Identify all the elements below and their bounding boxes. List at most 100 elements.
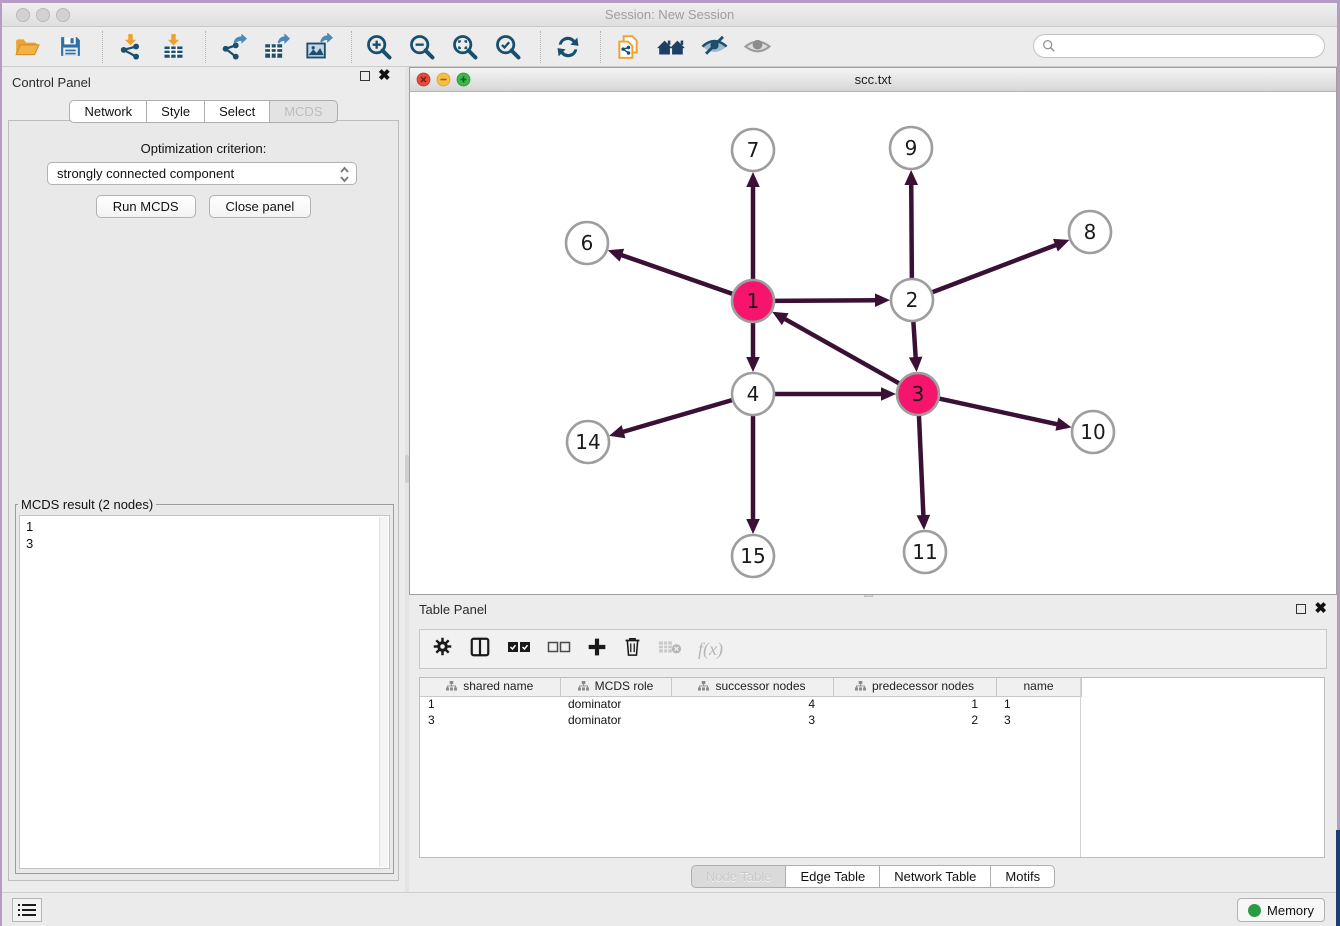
tab-node-table[interactable]: Node Table xyxy=(691,865,786,888)
task-history-button[interactable] xyxy=(12,898,42,922)
float-table-panel-icon[interactable] xyxy=(1296,604,1306,614)
tab-mcds[interactable]: MCDS xyxy=(269,100,337,123)
float-panel-icon[interactable] xyxy=(360,71,370,81)
graph-edge-1-7[interactable] xyxy=(746,172,760,280)
desktop-edge xyxy=(1336,830,1340,926)
graph-edge-4-3[interactable] xyxy=(774,387,896,401)
graph-node-1[interactable]: 1 xyxy=(732,280,774,322)
copy-network-icon[interactable] xyxy=(613,32,643,62)
tab-style[interactable]: Style xyxy=(146,100,204,123)
delete-column-icon[interactable] xyxy=(623,636,642,662)
column-header-predecessor-nodes[interactable]: predecessor nodes xyxy=(833,678,996,696)
export-network-icon[interactable] xyxy=(218,32,248,62)
graph-edge-2-8[interactable] xyxy=(932,239,1070,293)
graph-edge-3-11[interactable] xyxy=(917,415,931,530)
memory-status-icon xyxy=(1248,904,1261,917)
table-row[interactable]: 3dominator323 xyxy=(420,712,1081,728)
zoom-selected-icon[interactable] xyxy=(493,32,523,62)
hide-selected-icon[interactable] xyxy=(699,32,729,62)
control-panel-header: Control Panel ✖ xyxy=(2,67,405,97)
network-graph: 1 2 3 4 6 7 8 9 10 11 14 15 xyxy=(410,93,1336,595)
column-tree-icon xyxy=(578,681,589,692)
export-table-icon[interactable] xyxy=(261,32,291,62)
mcds-result-list[interactable]: 13 xyxy=(19,515,390,869)
close-table-panel-icon[interactable]: ✖ xyxy=(1314,604,1327,614)
refresh-icon[interactable] xyxy=(553,32,583,62)
zoom-out-icon[interactable] xyxy=(407,32,437,62)
zoom-in-icon[interactable] xyxy=(364,32,394,62)
graph-node-2[interactable]: 2 xyxy=(891,279,933,321)
network-canvas[interactable]: 1 2 3 4 6 7 8 9 10 11 14 15 xyxy=(410,93,1336,594)
table-cell[interactable]: 1 xyxy=(420,696,560,712)
graph-node-14[interactable]: 14 xyxy=(567,421,609,463)
graph-edge-4-14[interactable] xyxy=(609,400,733,438)
network-view-title: scc.txt xyxy=(410,72,1336,87)
graph-edge-2-3[interactable] xyxy=(909,321,923,372)
graph-edge-1-4[interactable] xyxy=(746,322,760,372)
search-field[interactable] xyxy=(1033,34,1325,58)
svg-text:1: 1 xyxy=(747,289,760,313)
create-column-icon[interactable] xyxy=(587,637,607,662)
close-panel-button[interactable]: Close panel xyxy=(209,195,312,218)
network-window-titlebar[interactable]: scc.txt xyxy=(410,68,1336,92)
delete-table-icon xyxy=(658,639,682,660)
graph-node-10[interactable]: 10 xyxy=(1072,411,1114,453)
graph-node-9[interactable]: 9 xyxy=(890,127,932,169)
home-icon[interactable] xyxy=(656,32,686,62)
table-cell[interactable]: dominator xyxy=(560,696,671,712)
column-header-name[interactable]: name xyxy=(996,678,1081,696)
graph-node-7[interactable]: 7 xyxy=(732,129,774,171)
import-table-icon[interactable] xyxy=(158,32,188,62)
graph-edge-3-10[interactable] xyxy=(939,398,1072,430)
unselect-all-columns-icon[interactable] xyxy=(547,640,571,659)
result-scrollbar[interactable] xyxy=(379,517,388,867)
status-bar: Memory xyxy=(2,892,1337,926)
memory-button[interactable]: Memory xyxy=(1237,898,1325,922)
export-image-icon[interactable] xyxy=(304,32,334,62)
tab-edge-table[interactable]: Edge Table xyxy=(785,865,879,888)
table-cell[interactable]: 3 xyxy=(996,712,1081,728)
table-cell[interactable]: 2 xyxy=(833,712,996,728)
graph-node-11[interactable]: 11 xyxy=(904,531,946,573)
graph-node-15[interactable]: 15 xyxy=(732,535,774,577)
graph-node-6[interactable]: 6 xyxy=(566,222,608,264)
graph-edge-1-2[interactable] xyxy=(774,293,890,307)
graph-node-4[interactable]: 4 xyxy=(732,373,774,415)
table-cell[interactable]: 3 xyxy=(671,712,833,728)
criterion-select[interactable]: strongly connected component xyxy=(47,162,357,185)
graph-edge-4-15[interactable] xyxy=(746,415,760,534)
node-table[interactable]: shared nameMCDS rolesuccessor nodesprede… xyxy=(419,677,1325,858)
tab-motifs[interactable]: Motifs xyxy=(990,865,1055,888)
table-cell[interactable]: 4 xyxy=(671,696,833,712)
table-cell[interactable]: dominator xyxy=(560,712,671,728)
close-panel-icon[interactable]: ✖ xyxy=(378,71,391,81)
mcds-result-title: MCDS result (2 nodes) xyxy=(18,497,156,512)
zoom-fit-icon[interactable] xyxy=(450,32,480,62)
graph-edge-1-6[interactable] xyxy=(608,249,733,294)
table-cell[interactable]: 1 xyxy=(996,696,1081,712)
svg-text:15: 15 xyxy=(740,544,765,568)
save-icon[interactable] xyxy=(55,32,85,62)
table-cell[interactable]: 1 xyxy=(833,696,996,712)
run-mcds-button[interactable]: Run MCDS xyxy=(96,195,196,218)
select-all-columns-icon[interactable] xyxy=(507,640,531,659)
graph-node-8[interactable]: 8 xyxy=(1069,211,1111,253)
graph-node-3[interactable]: 3 xyxy=(897,373,939,415)
tab-network-table[interactable]: Network Table xyxy=(879,865,990,888)
column-tree-icon xyxy=(855,681,866,692)
table-row[interactable]: 1dominator411 xyxy=(420,696,1081,712)
import-network-icon[interactable] xyxy=(115,32,145,62)
tab-network[interactable]: Network xyxy=(69,100,146,123)
table-cell[interactable]: 3 xyxy=(420,712,560,728)
graph-edge-2-9[interactable] xyxy=(904,170,918,279)
table-settings-gear-icon[interactable] xyxy=(432,636,453,662)
tab-select[interactable]: Select xyxy=(204,100,269,123)
column-header-MCDS-role[interactable]: MCDS role xyxy=(560,678,671,696)
graph-edge-3-1[interactable] xyxy=(772,312,900,384)
column-header-successor-nodes[interactable]: successor nodes xyxy=(671,678,833,696)
show-columns-icon[interactable] xyxy=(469,636,491,663)
open-icon[interactable] xyxy=(12,32,42,62)
search-input[interactable] xyxy=(1061,39,1324,54)
show-all-icon[interactable] xyxy=(742,32,772,62)
column-header-shared-name[interactable]: shared name xyxy=(420,678,560,696)
